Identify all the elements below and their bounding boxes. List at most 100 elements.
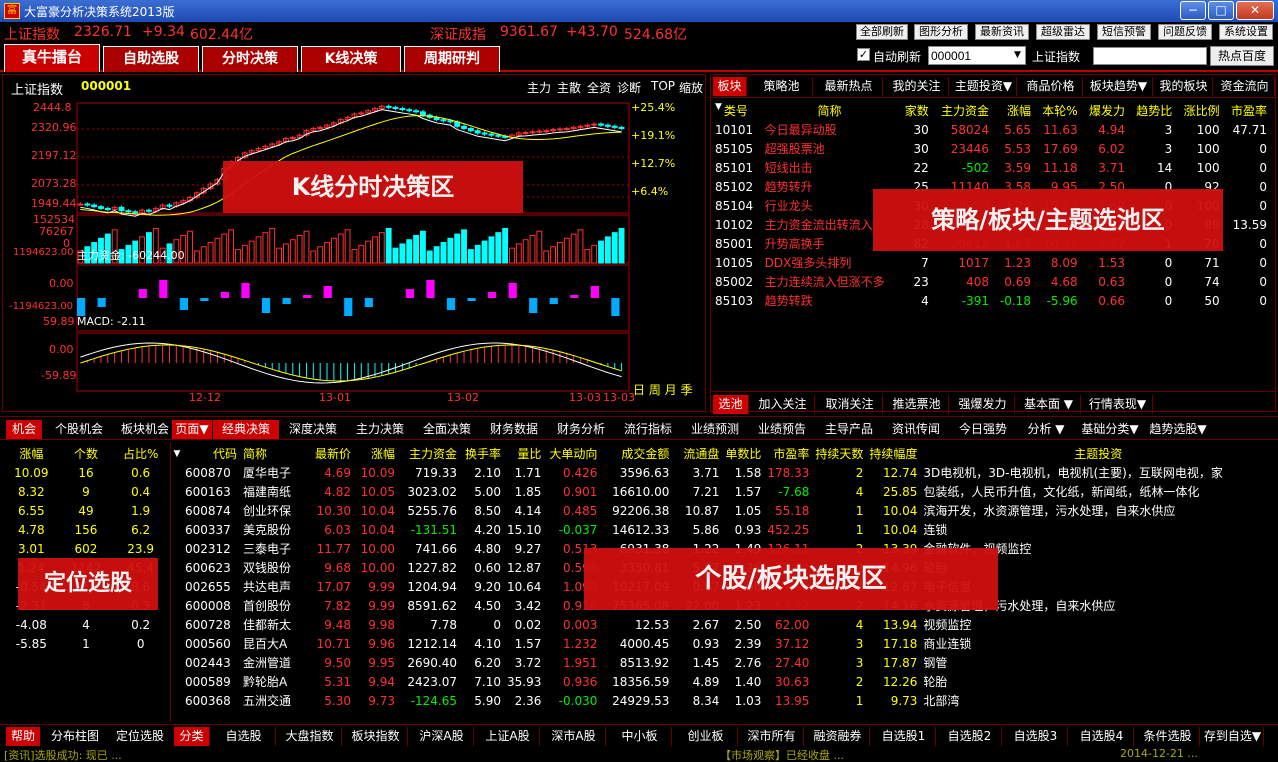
chart-link-diagnose[interactable]: 诊断 bbox=[617, 79, 641, 96]
stock-tab-13[interactable]: 分析 ▼ bbox=[1017, 420, 1075, 439]
chart-link-zoom[interactable]: 缩放 bbox=[679, 79, 703, 96]
rtab-my-sectors[interactable]: 我的板块 bbox=[1155, 77, 1213, 96]
stock-tab-5[interactable]: 财务数据 bbox=[481, 420, 547, 439]
stock-tab-1[interactable]: 经典决策 bbox=[213, 420, 279, 439]
stock-tab-10[interactable]: 主导产品 bbox=[816, 420, 882, 439]
column-header[interactable]: 大单动向 bbox=[544, 444, 600, 463]
btab-fundamental[interactable]: 基本面 ▼ bbox=[1017, 395, 1081, 414]
tab-sector-opportunity[interactable]: 板块机会 bbox=[114, 420, 176, 439]
stock-row[interactable]: 000589 黔轮胎A 5.31 9.94 2423.07 7.10 35.93 0.936 1… bbox=[172, 672, 1276, 691]
column-header[interactable]: 市盈率 bbox=[1224, 101, 1271, 120]
bottom-tab-12[interactable]: 自选股2 bbox=[938, 727, 1002, 746]
rtab-watchlist[interactable]: 我的关注 bbox=[885, 77, 949, 96]
bottom-tab-0[interactable]: 分类 bbox=[174, 727, 210, 746]
column-header[interactable]: 最新价 bbox=[304, 444, 354, 463]
bottom-tab-10[interactable]: 融资融券 bbox=[806, 727, 870, 746]
column-header[interactable]: 个数 bbox=[59, 444, 114, 463]
column-header[interactable]: 本轮% bbox=[1035, 101, 1082, 120]
bottom-tab-3[interactable]: 板块指数 bbox=[344, 727, 408, 746]
distribution-row[interactable]: 10.09 16 0.6 bbox=[4, 463, 168, 482]
distribution-row[interactable]: -4.08 4 0.2 bbox=[4, 615, 168, 634]
strategy-row[interactable]: 10105 DDX强多头排列 7 1017 1.23 8.09 1.53 0 71 0 bbox=[711, 253, 1271, 272]
strategy-row[interactable]: 85103 趋势转跌 4 -391 -0.18 -5.96 0.66 0 50 0 bbox=[711, 291, 1271, 310]
rtab-commodity[interactable]: 商品价格 bbox=[1019, 77, 1083, 96]
bottom-tab-8[interactable]: 创业板 bbox=[674, 727, 738, 746]
stock-tab-7[interactable]: 流行指标 bbox=[615, 420, 681, 439]
search-input[interactable] bbox=[1093, 47, 1207, 65]
btab-recommend[interactable]: 推选票池 bbox=[885, 395, 949, 414]
rtab-sector[interactable]: 板块 bbox=[713, 77, 747, 96]
column-header[interactable]: 简称 bbox=[761, 101, 899, 120]
stock-tab-8[interactable]: 业绩预测 bbox=[682, 420, 748, 439]
tab-opportunity[interactable]: 机会 bbox=[6, 420, 42, 439]
bottom-left-tab-0[interactable]: 帮助 bbox=[6, 727, 40, 746]
sort-icon[interactable]: ▼ bbox=[172, 444, 182, 463]
stock-row[interactable]: 600163 福建南纸 4.82 10.05 3023.02 5.00 1.85 0.901 1… bbox=[172, 482, 1276, 501]
bottom-tab-6[interactable]: 深市A股 bbox=[542, 727, 606, 746]
auto-refresh-checkbox[interactable]: ✓ bbox=[857, 48, 870, 61]
btab-add-watch[interactable]: 加入关注 bbox=[751, 395, 815, 414]
distribution-row[interactable]: 3.01 602 23.9 bbox=[4, 539, 168, 558]
stock-row[interactable]: 600870 厦华电子 4.69 10.09 719.33 2.10 1.71 0.426 35… bbox=[172, 463, 1276, 482]
bottom-tab-1[interactable]: 自选股 bbox=[212, 727, 276, 746]
stock-tab-3[interactable]: 主力决策 bbox=[347, 420, 413, 439]
minimize-button[interactable]: − bbox=[1180, 1, 1206, 20]
column-header[interactable]: 主题投资 bbox=[920, 444, 1276, 463]
column-header[interactable]: 趋势比 bbox=[1129, 101, 1176, 120]
bottom-tab-9[interactable]: 深市所有 bbox=[740, 727, 804, 746]
strategy-row[interactable]: 85101 短线出击 22 -502 3.59 11.18 3.71 14 100 0 bbox=[711, 158, 1271, 177]
column-header[interactable]: 主力资金 bbox=[398, 444, 460, 463]
btab-select-pool[interactable]: 选池 bbox=[713, 395, 749, 414]
close-button[interactable]: ✕ bbox=[1236, 1, 1274, 20]
period-links[interactable]: 日 周 月 季 bbox=[633, 381, 692, 398]
bottom-left-tab-2[interactable]: 定位选股 bbox=[110, 727, 170, 746]
column-header[interactable]: 简称 bbox=[240, 444, 304, 463]
distribution-row[interactable]: -5.85 1 0 bbox=[4, 634, 168, 653]
stock-tab-6[interactable]: 财务分析 bbox=[548, 420, 614, 439]
stock-row[interactable]: 000560 昆百大A 10.71 9.96 1212.14 4.10 1.57 1.232 4… bbox=[172, 634, 1276, 653]
tab-kline-decision[interactable]: K线决策 bbox=[301, 46, 401, 72]
bottom-tab-11[interactable]: 自选股1 bbox=[872, 727, 936, 746]
rtab-hot[interactable]: 最新热点 bbox=[815, 77, 883, 96]
maximize-button[interactable]: □ bbox=[1208, 1, 1234, 20]
column-header[interactable]: 代码 bbox=[182, 444, 240, 463]
hot-search-button[interactable]: 热点百度 bbox=[1210, 46, 1274, 66]
bottom-tab-7[interactable]: 中小板 bbox=[608, 727, 672, 746]
chart-link-retail[interactable]: 主散 bbox=[557, 79, 581, 96]
feedback-button[interactable]: 问题反馈 bbox=[1158, 24, 1212, 40]
chevron-down-icon[interactable]: ▼ bbox=[1014, 50, 1021, 60]
stock-code-select[interactable] bbox=[928, 46, 1026, 65]
column-header[interactable]: 成交金额 bbox=[600, 444, 672, 463]
stock-row[interactable]: 600728 佳都新太 9.48 9.98 7.78 0 0.02 0.003 12.53 2.6… bbox=[172, 615, 1276, 634]
stock-tab-4[interactable]: 全面决策 bbox=[414, 420, 480, 439]
system-settings-button[interactable]: 系统设置 bbox=[1219, 24, 1273, 40]
rtab-strategy-pool[interactable]: 策略池 bbox=[751, 77, 813, 96]
tab-cycle-study[interactable]: 周期研判 bbox=[404, 46, 500, 72]
chart-link-main[interactable]: 主力 bbox=[527, 79, 551, 96]
bottom-left-tab-1[interactable]: 分布柱图 bbox=[42, 727, 108, 746]
stock-tab-14[interactable]: 基础分类▼ bbox=[1076, 420, 1144, 439]
super-radar-button[interactable]: 超级雷达 bbox=[1036, 24, 1090, 40]
column-header[interactable]: 市盈率 bbox=[764, 444, 812, 463]
column-header[interactable]: 流通盘 bbox=[672, 444, 722, 463]
strategy-row[interactable]: 85105 超强股票池 30 23446 5.53 17.69 6.02 3 100 0 bbox=[711, 139, 1271, 158]
rtab-money-flow[interactable]: 资金流向 bbox=[1215, 77, 1275, 96]
column-header[interactable]: 类号 bbox=[711, 101, 761, 120]
bottom-tab-13[interactable]: 自选股3 bbox=[1004, 727, 1068, 746]
stock-row[interactable]: 002443 金洲管道 9.50 9.95 2690.40 6.20 3.72 1.951 85… bbox=[172, 653, 1276, 672]
btab-performance[interactable]: 行情表现▼ bbox=[1083, 395, 1153, 414]
tab-intraday-decision[interactable]: 分时决策 bbox=[202, 46, 298, 72]
column-header[interactable]: 家数 bbox=[898, 101, 932, 120]
stock-tab-9[interactable]: 业绩预告 bbox=[749, 420, 815, 439]
column-header[interactable]: 单数比 bbox=[722, 444, 764, 463]
distribution-row[interactable]: 8.32 9 0.4 bbox=[4, 482, 168, 501]
stock-tab-15[interactable]: 趋势选股▼ bbox=[1145, 420, 1211, 439]
stock-tab-12[interactable]: 今日强势 bbox=[950, 420, 1016, 439]
column-header[interactable]: 涨幅 bbox=[993, 101, 1035, 120]
column-header[interactable]: 涨幅 bbox=[4, 444, 59, 463]
bottom-tab-16[interactable]: 存到自选▼ bbox=[1202, 727, 1264, 746]
tab-bull-arena[interactable]: 真牛擂台 bbox=[4, 44, 100, 72]
bottom-tab-5[interactable]: 上证A股 bbox=[476, 727, 540, 746]
column-header[interactable]: 持续天数 bbox=[812, 444, 866, 463]
column-header[interactable]: 主力资金 bbox=[933, 101, 993, 120]
